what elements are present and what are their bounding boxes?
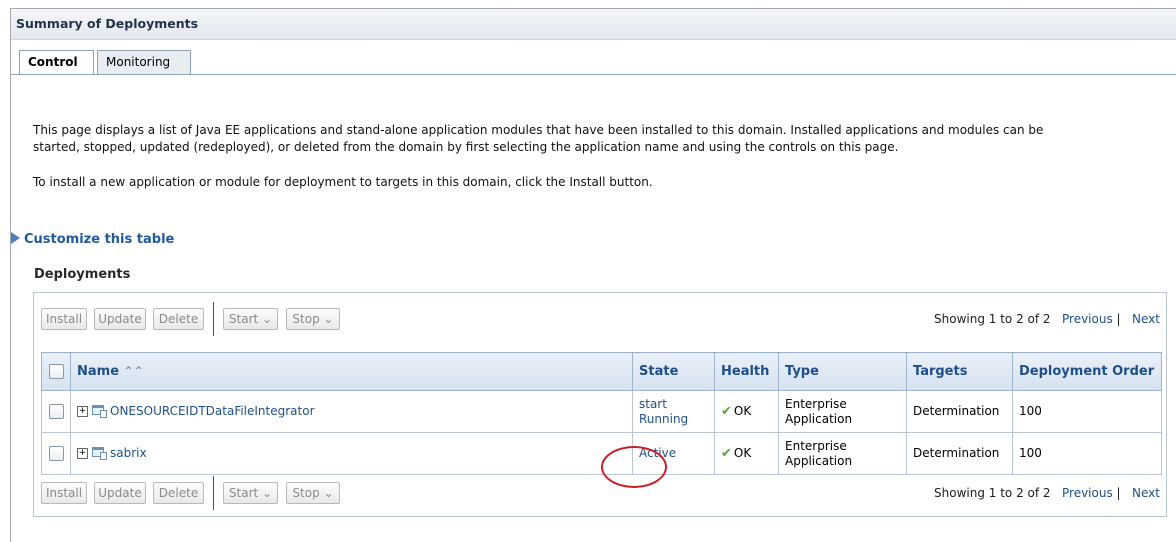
tab-divider bbox=[11, 74, 1176, 75]
stop-dropdown-button[interactable]: Stop ⌄ bbox=[286, 482, 340, 504]
row-checkbox[interactable] bbox=[48, 446, 64, 461]
stop-label: Stop bbox=[292, 312, 320, 326]
type-line-1: Enterprise bbox=[785, 438, 847, 453]
update-button[interactable]: Update bbox=[94, 482, 146, 504]
previous-link[interactable]: Previous bbox=[1062, 312, 1113, 326]
health-column-header[interactable]: Health bbox=[714, 352, 779, 391]
type-column-header[interactable]: Type bbox=[778, 352, 907, 391]
toolbar-separator bbox=[213, 302, 216, 336]
health-value: OK bbox=[733, 404, 752, 418]
delete-button[interactable]: Delete bbox=[153, 482, 204, 504]
customize-table-label: Customize this table bbox=[24, 232, 175, 247]
start-label: Start bbox=[228, 312, 259, 326]
previous-link[interactable]: Previous bbox=[1062, 486, 1113, 500]
targets-cell: Determination bbox=[906, 432, 1013, 475]
state-running-link[interactable]: Running bbox=[639, 412, 688, 426]
start-dropdown-button[interactable]: Start ⌄ bbox=[223, 308, 278, 330]
delete-button[interactable]: Delete bbox=[153, 308, 204, 330]
update-button[interactable]: Update bbox=[94, 308, 146, 330]
table-header-row: Name ⌃⌃ State Health Type Targets Deploy… bbox=[41, 352, 1162, 391]
stop-label: Stop bbox=[292, 486, 320, 500]
table-row: + sabrix Active ✔ OK Enterprise Application… bbox=[41, 432, 1162, 475]
description-line-3: To install a new application or module f… bbox=[33, 175, 653, 189]
select-all-checkbox[interactable] bbox=[48, 364, 64, 379]
chevron-down-icon: ⌄ bbox=[262, 312, 273, 326]
order-cell: 100 bbox=[1012, 432, 1162, 475]
showing-count: Showing 1 to 2 of 2 bbox=[934, 486, 1051, 500]
state-start-link[interactable]: start bbox=[639, 397, 667, 411]
name-cell: + sabrix bbox=[70, 432, 633, 475]
health-cell: ✔ OK bbox=[714, 432, 779, 475]
description-line-1: This page displays a list of Java EE app… bbox=[33, 123, 1044, 137]
app-name-link[interactable]: sabrix bbox=[110, 446, 147, 460]
state-cell: Active bbox=[632, 432, 715, 475]
plus-box-icon[interactable]: + bbox=[77, 448, 88, 459]
showing-count: Showing 1 to 2 of 2 bbox=[934, 312, 1051, 326]
section-title: Deployments bbox=[34, 267, 131, 282]
panel-title-bar: Summary of Deployments bbox=[11, 9, 1176, 40]
type-line-2: Application bbox=[785, 411, 853, 426]
chevron-down-icon: ⌄ bbox=[323, 312, 334, 326]
app-name-link[interactable]: ONESOURCEIDTDataFileIntegrator bbox=[110, 404, 315, 418]
health-cell: ✔ OK bbox=[714, 390, 779, 433]
type-line-1: Enterprise bbox=[785, 396, 847, 411]
deployments-table-container: Install Update Delete Start ⌄ Stop ⌄ Sho… bbox=[33, 292, 1167, 517]
toolbar-separator bbox=[213, 476, 216, 510]
row-select-cell bbox=[41, 390, 71, 433]
state-column-header[interactable]: State bbox=[632, 352, 715, 391]
install-button[interactable]: Install bbox=[41, 482, 87, 504]
targets-column-header[interactable]: Targets bbox=[906, 352, 1013, 391]
start-dropdown-button[interactable]: Start ⌄ bbox=[223, 482, 278, 504]
name-cell: + ONESOURCEIDTDataFileIntegrator bbox=[70, 390, 633, 433]
checkmark-icon: ✔ bbox=[721, 404, 732, 419]
tab-control[interactable]: Control bbox=[19, 50, 94, 75]
application-icon bbox=[92, 405, 107, 418]
order-column-header[interactable]: Deployment Order bbox=[1012, 352, 1162, 391]
install-button[interactable]: Install bbox=[41, 308, 87, 330]
deployments-table: Name ⌃⌃ State Health Type Targets Deploy… bbox=[41, 352, 1162, 475]
type-cell: Enterprise Application bbox=[778, 432, 907, 475]
name-column-header[interactable]: Name ⌃⌃ bbox=[70, 352, 633, 391]
customize-table-link[interactable]: Customize this table bbox=[11, 232, 174, 247]
page-title: Summary of Deployments bbox=[16, 16, 199, 31]
state-active-link[interactable]: Active bbox=[639, 446, 676, 460]
name-header-label: Name bbox=[77, 364, 120, 379]
application-icon bbox=[92, 447, 107, 460]
row-checkbox[interactable] bbox=[48, 404, 64, 419]
order-cell: 100 bbox=[1012, 390, 1162, 433]
checkmark-icon: ✔ bbox=[721, 446, 732, 461]
pagination-top: Showing 1 to 2 of 2 Previous | Next bbox=[934, 312, 1160, 326]
description-line-2: started, stopped, updated (redeployed), … bbox=[33, 140, 899, 154]
row-select-cell bbox=[41, 432, 71, 475]
targets-cell: Determination bbox=[906, 390, 1013, 433]
next-link[interactable]: Next bbox=[1132, 312, 1160, 326]
state-cell: start Running bbox=[632, 390, 715, 433]
sort-ascending-icon[interactable]: ⌃⌃ bbox=[124, 364, 144, 378]
type-cell: Enterprise Application bbox=[778, 390, 907, 433]
chevron-down-icon: ⌄ bbox=[323, 486, 334, 500]
type-line-2: Application bbox=[785, 453, 853, 468]
start-label: Start bbox=[228, 486, 259, 500]
pagination-bottom: Showing 1 to 2 of 2 Previous | Next bbox=[934, 486, 1160, 500]
select-all-header bbox=[41, 352, 71, 391]
plus-box-icon[interactable]: + bbox=[77, 406, 88, 417]
tab-monitoring[interactable]: Monitoring bbox=[97, 50, 191, 74]
next-link[interactable]: Next bbox=[1132, 486, 1160, 500]
triangle-right-icon bbox=[11, 232, 20, 244]
table-row: + ONESOURCEIDTDataFileIntegrator start Run… bbox=[41, 390, 1162, 433]
chevron-down-icon: ⌄ bbox=[262, 486, 273, 500]
stop-dropdown-button[interactable]: Stop ⌄ bbox=[286, 308, 340, 330]
deployments-panel: Summary of Deployments Control Monitorin… bbox=[10, 8, 1176, 542]
health-value: OK bbox=[733, 446, 752, 460]
